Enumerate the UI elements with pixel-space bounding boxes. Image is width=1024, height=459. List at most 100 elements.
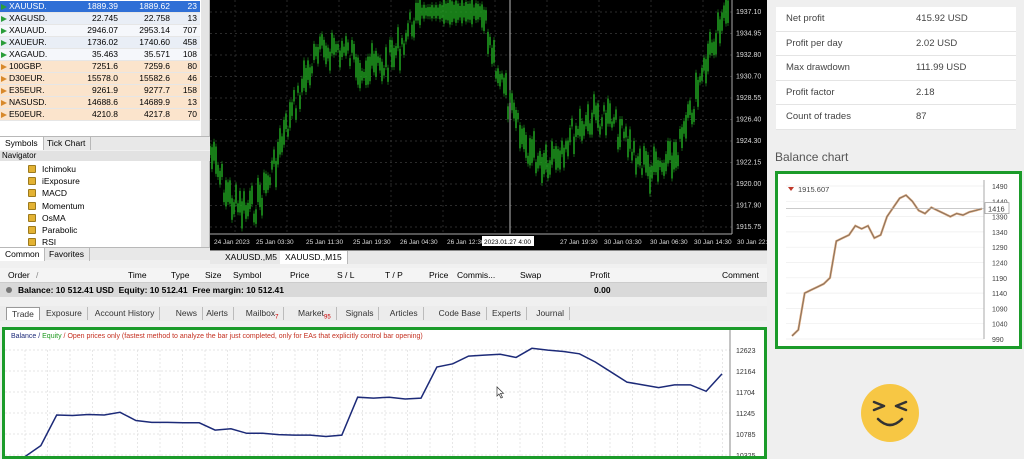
tab-common[interactable]: Common bbox=[0, 248, 46, 261]
candle-body bbox=[443, 0, 445, 24]
candle-body bbox=[269, 177, 271, 186]
candle-body bbox=[581, 120, 583, 141]
col-sl[interactable]: S / L bbox=[337, 268, 354, 283]
candle-body bbox=[393, 47, 395, 68]
candle-body bbox=[481, 4, 483, 28]
mouse-cursor-icon bbox=[496, 386, 505, 399]
market-watch-row[interactable]: NASUSD. 14688.6 14689.9 13 bbox=[0, 97, 200, 109]
col-commission[interactable]: Commis... bbox=[457, 268, 495, 283]
candle-body bbox=[575, 125, 577, 137]
candle-body bbox=[555, 146, 557, 170]
candle-body bbox=[367, 56, 369, 85]
crosshair-time-label: 2023.01.27 4:00 bbox=[484, 239, 531, 246]
col-profit[interactable]: Profit bbox=[590, 268, 610, 283]
stat-value: 2.02 USD bbox=[916, 37, 958, 49]
candle-body bbox=[599, 126, 601, 135]
candle-body bbox=[295, 108, 297, 120]
symbol-name: XAGAUD. bbox=[9, 49, 48, 59]
candle-body bbox=[579, 108, 581, 137]
price-chart[interactable]: 1937.10 1934.95 1932.80 1930.70 1928.55 1926.… bbox=[210, 0, 767, 250]
navigator-panel: Ichimoku iExposure MACD Momentum OsMA Parabol… bbox=[0, 161, 210, 247]
candle-body bbox=[557, 149, 559, 168]
tab-favorites[interactable]: Favorites bbox=[44, 248, 90, 261]
col-order[interactable]: Order bbox=[8, 268, 30, 283]
col-size[interactable]: Size bbox=[205, 268, 222, 283]
tab-trade[interactable]: Trade bbox=[6, 307, 40, 320]
col-time[interactable]: Time bbox=[128, 268, 147, 283]
indicator-icon bbox=[28, 201, 36, 210]
spread-value: 108 bbox=[182, 49, 197, 59]
col-price2[interactable]: Price bbox=[429, 268, 448, 283]
candle-body bbox=[573, 136, 575, 155]
col-swap[interactable]: Swap bbox=[520, 268, 541, 283]
market-watch-row[interactable]: XAUAUD. 2946.07 2953.14 707 bbox=[0, 25, 200, 37]
candle-body bbox=[681, 127, 683, 149]
market-watch-scrollbar[interactable] bbox=[201, 0, 209, 136]
tab-tick-chart[interactable]: Tick Chart bbox=[42, 137, 92, 150]
tab-chart-m5[interactable]: XAUUSD.,M5 bbox=[220, 251, 283, 264]
tab-symbols[interactable]: Symbols bbox=[0, 137, 44, 150]
y-axis-label: 10785 bbox=[736, 432, 756, 439]
ask-price: 4217.8 bbox=[144, 109, 170, 119]
tab-news[interactable]: News bbox=[171, 307, 204, 320]
candle-body bbox=[471, 0, 473, 25]
navigator-tabs: Common Favorites bbox=[0, 247, 210, 261]
tab-mailbox[interactable]: Mailbox7 bbox=[241, 307, 285, 321]
candle-body bbox=[527, 155, 529, 164]
candle-body bbox=[683, 121, 685, 134]
col-comment[interactable]: Comment bbox=[722, 268, 759, 283]
navigator-title: Navigator bbox=[0, 151, 210, 161]
candle-body bbox=[319, 36, 321, 50]
navigator-scrollbar[interactable] bbox=[201, 161, 209, 247]
candle-body bbox=[347, 42, 349, 51]
market-watch-row[interactable]: 100GBP. 7251.6 7259.6 80 bbox=[0, 61, 200, 73]
candle-body bbox=[293, 90, 295, 102]
tab-exposure[interactable]: Exposure bbox=[41, 307, 88, 320]
candle-body bbox=[647, 154, 649, 177]
tab-market[interactable]: Market95 bbox=[293, 307, 337, 321]
candle-body bbox=[239, 190, 241, 213]
y-axis-label: 1040 bbox=[992, 322, 1008, 329]
candle-body bbox=[303, 60, 305, 88]
market-watch-row[interactable]: XAGUSD. 22.745 22.758 13 bbox=[0, 13, 200, 25]
candle-body bbox=[509, 93, 511, 100]
candle-body bbox=[659, 160, 661, 168]
candle-body bbox=[695, 72, 697, 99]
tab-alerts[interactable]: Alerts bbox=[201, 307, 234, 320]
candle-body bbox=[697, 79, 699, 107]
balance-profit: 0.00 bbox=[594, 285, 611, 295]
candle-body bbox=[533, 131, 535, 158]
tab-label: Account History bbox=[94, 308, 155, 318]
candle-body bbox=[423, 4, 425, 19]
candle-body bbox=[475, 3, 477, 21]
col-type[interactable]: Type bbox=[171, 268, 189, 283]
col-price[interactable]: Price bbox=[290, 268, 309, 283]
candle-body bbox=[507, 106, 509, 120]
tab-experts[interactable]: Experts bbox=[487, 307, 527, 320]
tab-account-history[interactable]: Account History bbox=[90, 307, 161, 320]
candle-body bbox=[253, 213, 255, 223]
tab-code-base[interactable]: Code Base bbox=[434, 307, 487, 320]
tab-chart-m15[interactable]: XAUUSD.,M15 bbox=[280, 251, 348, 264]
candle-body bbox=[251, 185, 253, 205]
candle-body bbox=[639, 148, 641, 166]
market-watch-row[interactable]: XAGAUD. 35.463 35.571 108 bbox=[0, 49, 200, 61]
price-axis-label: 1915.75 bbox=[736, 224, 761, 231]
tab-journal[interactable]: Journal bbox=[531, 307, 571, 320]
candle-body bbox=[217, 164, 219, 178]
market-watch-row[interactable]: XAUEUR. 1736.02 1740.60 458 bbox=[0, 37, 200, 49]
bid-price: 22.745 bbox=[92, 13, 118, 23]
tab-articles[interactable]: Articles bbox=[385, 307, 424, 320]
tab-signals[interactable]: Signals bbox=[341, 307, 380, 320]
market-watch-row[interactable]: E35EUR. 9261.9 9277.7 158 bbox=[0, 85, 200, 97]
market-watch-row[interactable]: D30EUR. 15578.0 15582.6 46 bbox=[0, 73, 200, 85]
time-axis-label: 26 Jan 12:30 bbox=[447, 239, 485, 246]
col-symbol[interactable]: Symbol bbox=[233, 268, 261, 283]
time-axis-label: 24 Jan 2023 bbox=[214, 239, 250, 246]
time-axis-label: 30 Jan 03:30 bbox=[604, 239, 642, 246]
col-tp[interactable]: T / P bbox=[385, 268, 403, 283]
candle-body bbox=[479, 6, 481, 18]
market-watch-row[interactable]: XAUUSD. 1889.39 1889.62 23 bbox=[0, 1, 200, 13]
market-watch-row[interactable]: E50EUR. 4210.8 4217.8 70 bbox=[0, 109, 200, 121]
candle-body bbox=[457, 3, 459, 20]
